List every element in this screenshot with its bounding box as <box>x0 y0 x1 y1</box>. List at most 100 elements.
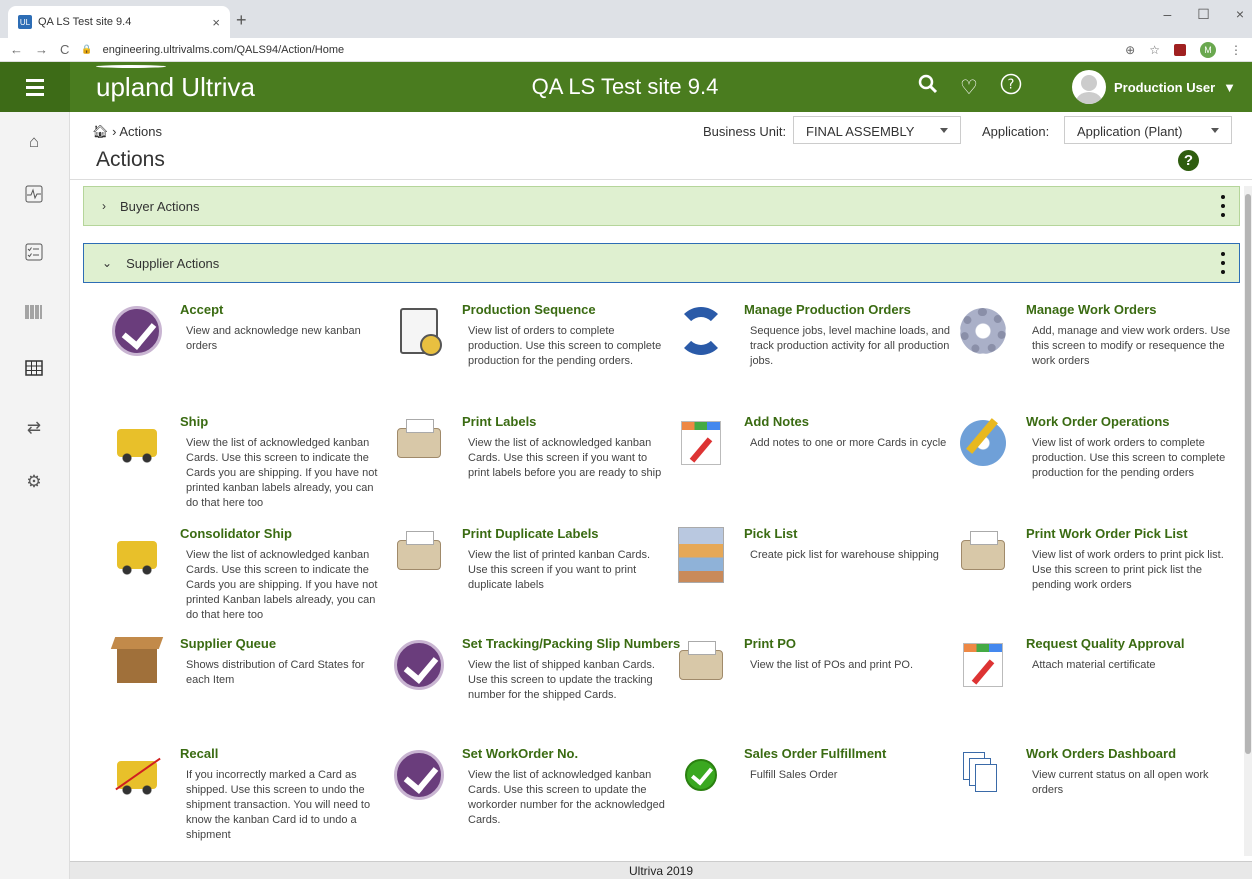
action-item[interactable]: Print Work Order Pick List View list of w… <box>954 526 1232 646</box>
action-title[interactable]: Add Notes <box>744 414 809 429</box>
gear-pencil-icon[interactable] <box>954 414 1012 472</box>
action-item[interactable]: Supplier Queue Shows distribution of Card… <box>108 636 386 756</box>
action-item[interactable]: Manage Production Orders Sequence jobs, l… <box>672 302 950 422</box>
refresh-arrows-icon[interactable] <box>672 302 730 360</box>
truck-crossed-icon[interactable] <box>108 746 166 804</box>
gears-icon[interactable] <box>954 302 1012 360</box>
action-title[interactable]: Production Sequence <box>462 302 596 317</box>
brand-logo[interactable]: upland Ultriva <box>96 64 356 103</box>
action-title[interactable]: Print Duplicate Labels <box>462 526 599 541</box>
action-title[interactable]: Supplier Queue <box>180 636 276 651</box>
table-grid-icon[interactable] <box>24 358 44 378</box>
browser-tab[interactable]: UL QA LS Test site 9.4 × <box>8 6 230 38</box>
action-item[interactable]: Set Tracking/Packing Slip Numbers View th… <box>390 636 680 756</box>
printer-icon[interactable] <box>672 636 730 694</box>
maximize-icon[interactable]: ☐ <box>1197 6 1210 23</box>
printer-icon[interactable] <box>954 526 1012 584</box>
chevron-down-icon <box>1211 128 1219 133</box>
action-title[interactable]: Consolidator Ship <box>180 526 292 541</box>
action-item[interactable]: Add Notes Add notes to one or more Cards … <box>672 414 950 534</box>
profile-avatar[interactable]: M <box>1200 41 1216 58</box>
favorites-heart-icon[interactable]: ♡ <box>960 75 978 100</box>
action-title[interactable]: Manage Work Orders <box>1026 302 1157 317</box>
home-icon[interactable]: ⌂ <box>24 132 44 152</box>
hamburger-menu-icon[interactable] <box>0 62 70 112</box>
action-title[interactable]: Work Order Operations <box>1026 414 1170 429</box>
checklist-icon[interactable] <box>24 242 44 262</box>
action-item[interactable]: Print Duplicate Labels View the list of p… <box>390 526 668 646</box>
action-item[interactable]: Sales Order Fulfillment Fulfill Sales Ord… <box>672 746 950 866</box>
action-item[interactable]: Work Orders Dashboard View current status… <box>954 746 1232 866</box>
action-item[interactable]: Manage Work Orders Add, manage and view w… <box>954 302 1232 422</box>
printer-icon[interactable] <box>390 414 448 472</box>
action-item[interactable]: Pick List Create pick list for warehouse … <box>672 526 950 646</box>
more-options-icon[interactable] <box>1221 195 1225 217</box>
truck-icon[interactable] <box>108 414 166 472</box>
zoom-icon[interactable]: ⊕ <box>1125 43 1135 57</box>
dashboard-icon[interactable] <box>954 746 1012 804</box>
more-options-icon[interactable] <box>1221 252 1225 274</box>
action-item[interactable]: Consolidator Ship View the list of acknow… <box>108 526 386 646</box>
breadcrumb: 🏠︎ › Actions <box>92 124 162 140</box>
action-item[interactable]: Set WorkOrder No. View the list of acknow… <box>390 746 668 866</box>
user-menu[interactable]: Production User ▼ <box>1072 70 1236 104</box>
close-tab-icon[interactable]: × <box>212 15 220 30</box>
action-item[interactable]: Work Order Operations View list of work o… <box>954 414 1232 534</box>
url-field[interactable]: engineering.ultrivalms.com/QALS94/Action… <box>103 44 1126 56</box>
bookmark-star-icon[interactable]: ☆ <box>1149 43 1160 57</box>
home-breadcrumb-icon[interactable]: 🏠︎ <box>92 124 109 139</box>
action-title[interactable]: Set Tracking/Packing Slip Numbers <box>462 636 680 651</box>
action-item[interactable]: Ship View the list of acknowledged kanban… <box>108 414 386 534</box>
action-title[interactable]: Pick List <box>744 526 797 541</box>
action-item[interactable]: Print Labels View the list of acknowledge… <box>390 414 668 534</box>
action-title[interactable]: Manage Production Orders <box>744 302 911 317</box>
purple-check-icon[interactable] <box>390 746 448 804</box>
new-tab-icon[interactable]: + <box>236 10 247 31</box>
action-title[interactable]: Set WorkOrder No. <box>462 746 578 761</box>
buyer-actions-panel[interactable]: › Buyer Actions <box>83 186 1240 226</box>
minimize-icon[interactable]: – <box>1163 6 1171 23</box>
notes-icon[interactable] <box>672 414 730 472</box>
pulse-monitor-icon[interactable] <box>24 184 44 204</box>
search-icon[interactable] <box>918 74 938 100</box>
box-icon[interactable] <box>108 636 166 694</box>
application-select[interactable]: Application (Plant) <box>1064 116 1232 144</box>
action-item[interactable]: Recall If you incorrectly marked a Card a… <box>108 746 386 866</box>
action-item[interactable]: Request Quality Approval Attach material … <box>954 636 1232 756</box>
close-window-icon[interactable]: × <box>1236 6 1244 23</box>
purple-check-icon[interactable] <box>108 302 166 360</box>
action-title[interactable]: Request Quality Approval <box>1026 636 1184 651</box>
action-title[interactable]: Recall <box>180 746 218 761</box>
scrollbar[interactable] <box>1244 186 1252 856</box>
action-title[interactable]: Print PO <box>744 636 796 651</box>
help-circle-icon[interactable]: ? <box>1000 73 1022 101</box>
action-title[interactable]: Ship <box>180 414 208 429</box>
reload-icon[interactable]: C <box>60 42 69 57</box>
browser-menu-icon[interactable]: ⋮ <box>1230 43 1242 57</box>
exchange-arrows-icon[interactable]: ⇄ <box>24 418 44 438</box>
action-item[interactable]: Production Sequence View list of orders t… <box>390 302 668 422</box>
lock-icon[interactable]: 🔒 <box>81 44 92 55</box>
action-title[interactable]: Sales Order Fulfillment <box>744 746 886 761</box>
truck-icon[interactable] <box>108 526 166 584</box>
supplier-actions-panel[interactable]: ⌄ Supplier Actions <box>83 243 1240 283</box>
printer-icon[interactable] <box>390 526 448 584</box>
extension-shield-icon[interactable] <box>1174 43 1186 56</box>
action-title[interactable]: Print Work Order Pick List <box>1026 526 1188 541</box>
warehouse-icon[interactable] <box>672 526 730 584</box>
settings-gear-icon[interactable]: ⚙ <box>24 472 44 492</box>
barcode-icon[interactable] <box>24 302 44 322</box>
purple-check-icon[interactable] <box>390 636 448 694</box>
action-title[interactable]: Print Labels <box>462 414 536 429</box>
green-check-icon[interactable] <box>672 746 730 804</box>
action-title[interactable]: Accept <box>180 302 223 317</box>
forward-icon[interactable]: → <box>35 42 48 57</box>
notes-icon[interactable] <box>954 636 1012 694</box>
business-unit-select[interactable]: FINAL ASSEMBLY <box>793 116 961 144</box>
action-item[interactable]: Accept View and acknowledge new kanban or… <box>108 302 386 422</box>
back-icon[interactable]: ← <box>10 42 23 57</box>
document-icon[interactable] <box>390 302 448 360</box>
action-item[interactable]: Print PO View the list of POs and print P… <box>672 636 950 756</box>
help-icon[interactable]: ? <box>1178 150 1199 171</box>
action-title[interactable]: Work Orders Dashboard <box>1026 746 1176 761</box>
